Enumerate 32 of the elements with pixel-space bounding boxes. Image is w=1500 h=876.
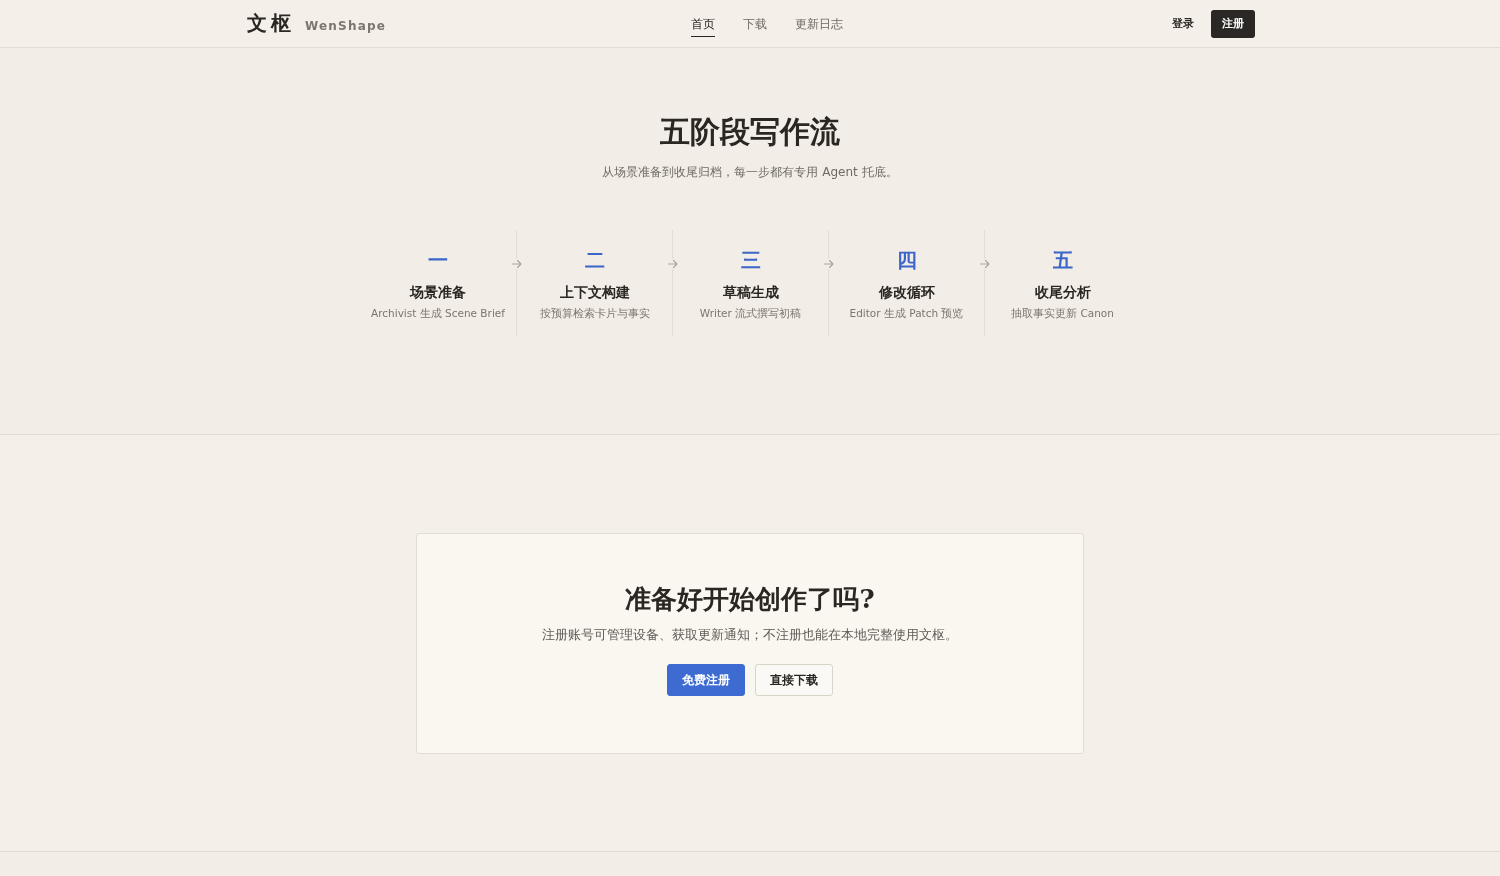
cta-title: 准备好开始创作了吗? — [625, 583, 875, 616]
step-title: 上下文构建 — [559, 283, 630, 301]
nav-link[interactable]: 更新日志 — [795, 11, 843, 37]
step-title: 收尾分析 — [1034, 283, 1091, 301]
step-numeral: 一 — [428, 247, 448, 273]
step-title: 场景准备 — [410, 283, 466, 301]
step-title: 修改循环 — [878, 283, 935, 301]
nav-link[interactable]: 下载 — [743, 11, 767, 37]
logo-mark[interactable]: 文枢 — [247, 10, 295, 37]
step-title: 草稿生成 — [722, 283, 779, 301]
nav-link[interactable]: 首页 — [691, 11, 715, 37]
step-description: 抽取事实更新 Canon — [1011, 306, 1114, 320]
section-title: 五阶段写作流 — [660, 113, 840, 151]
logo-name[interactable]: WenShape — [305, 19, 387, 33]
step-numeral: 四 — [896, 247, 917, 273]
register-button[interactable]: 免费注册 — [667, 664, 745, 696]
arrow-icon — [512, 259, 522, 269]
step-numeral: 五 — [1052, 247, 1073, 273]
step-description: Editor 生成 Patch 预览 — [849, 306, 964, 320]
login-link[interactable]: 登录 — [1172, 16, 1194, 31]
arrow-icon — [980, 259, 990, 269]
step-numeral: 二 — [584, 247, 605, 273]
cta-text: 注册账号可管理设备、获取更新通知；不注册也能在本地完整使用文枢。 — [542, 626, 958, 644]
step-description: Archivist 生成 Scene Brief — [371, 306, 505, 320]
arrow-icon — [668, 259, 678, 269]
step-numeral: 三 — [740, 247, 761, 273]
section-subtitle: 从场景准备到收尾归档，每一步都有专用 Agent 托底。 — [602, 164, 898, 180]
arrow-icon — [824, 259, 834, 269]
step-description: 按预算检索卡片与事实 — [539, 306, 650, 320]
register-button[interactable]: 注册 — [1211, 9, 1255, 38]
step-description: Writer 流式撰写初稿 — [699, 306, 802, 320]
download-button[interactable]: 直接下载 — [755, 664, 833, 696]
